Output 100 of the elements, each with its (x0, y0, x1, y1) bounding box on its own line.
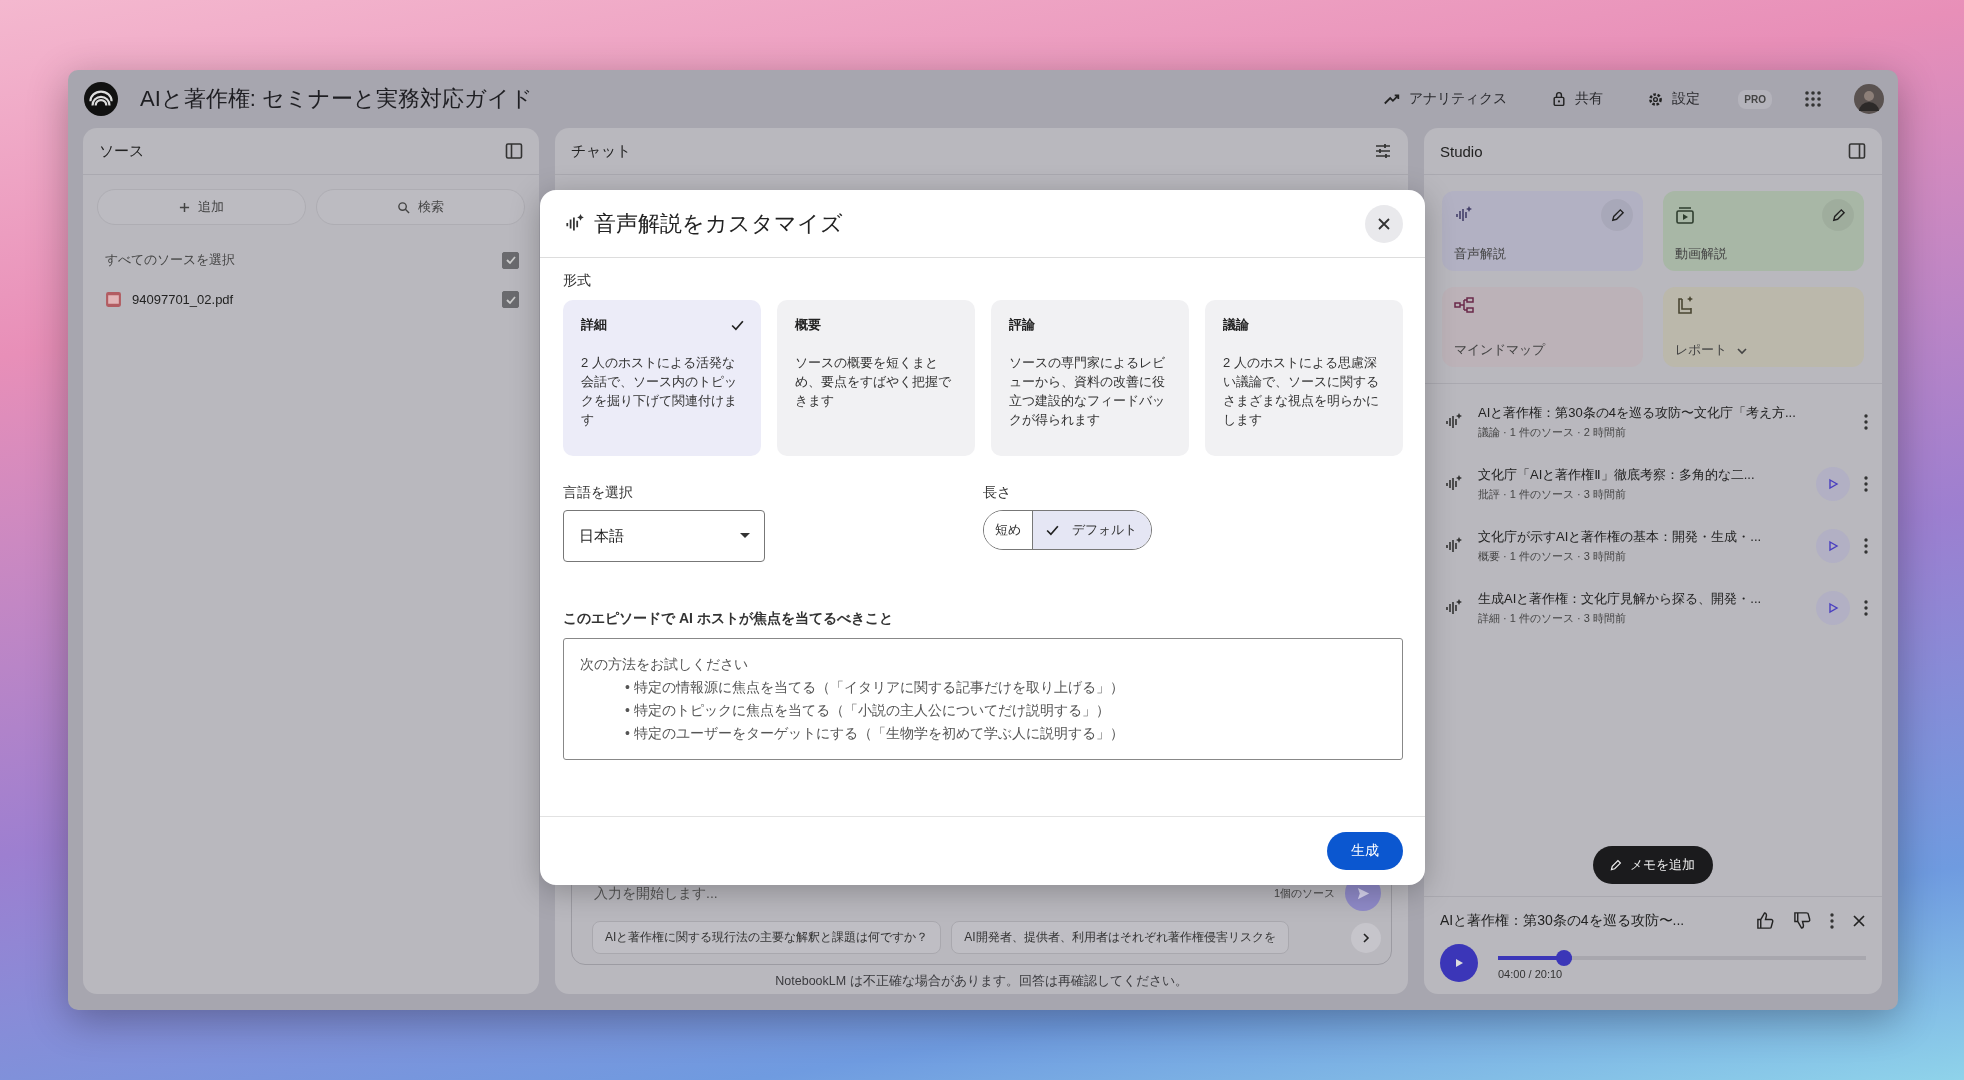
suggestion-chip[interactable]: AI開発者、提供者、利用者はそれぞれ著作権侵害リスクを (951, 921, 1289, 954)
check-icon (504, 254, 517, 266)
play-button[interactable] (1816, 529, 1850, 563)
language-select[interactable]: 日本語 (563, 510, 765, 562)
play-button[interactable] (1440, 944, 1478, 982)
format-card[interactable]: 概要 ソースの概要を短くまとめ、要点をすばやく把握できます (777, 300, 975, 456)
report-icon (1675, 295, 1695, 315)
focus-label: このエピソードで AI ホストが焦点を当てるべきこと (563, 610, 894, 628)
item-title: 生成AIと著作権：文化庁見解から探る、開発・... (1478, 590, 1763, 608)
search-icon (397, 200, 410, 214)
format-card[interactable]: 議論 2 人のホストによる思慮深い議論で、ソースに関するさまざまな視点を明らかにします (1205, 300, 1403, 456)
item-title: AIと著作権：第30条の4を巡る攻防〜文化庁「考え方... (1478, 404, 1797, 422)
format-description: ソースの専門家によるレビューから、資料の改善に役立つ建設的なフィードバックが得られます (1009, 354, 1166, 429)
item-title: 文化庁が示すAIと著作権の基本：開発・生成・... (1478, 528, 1763, 546)
item-meta: 議論 · 1 件のソース · 2 時間前 (1478, 425, 1627, 440)
studio-tile[interactable]: 動画解説 (1663, 191, 1864, 271)
tune-icon[interactable] (1374, 142, 1392, 160)
source-name[interactable]: 94097701_02.pdf (132, 292, 492, 307)
close-icon[interactable] (1852, 913, 1866, 928)
panel-title: ソース (99, 141, 144, 161)
format-name: 概要 (795, 316, 821, 334)
apps-icon[interactable] (1804, 90, 1822, 108)
more-icon[interactable] (1864, 414, 1868, 430)
tile-label: 動画解説 (1675, 246, 1727, 263)
item-meta: 批評 · 1 件のソース · 3 時間前 (1478, 487, 1627, 502)
format-name: 議論 (1223, 316, 1249, 334)
length-option[interactable]: デフォルト (1032, 511, 1151, 549)
play-button[interactable] (1816, 591, 1850, 625)
tile-label: 音声解説 (1454, 246, 1506, 263)
video-icon (1675, 205, 1695, 225)
audio-overview-item[interactable]: 文化庁「AIと著作権Ⅱ」徹底考察：多角的な二... 批評 · 1 件のソース · 3 時間前 (1438, 466, 1868, 502)
panel-title: チャット (571, 141, 631, 161)
lock-icon (1551, 90, 1568, 108)
dropdown-arrow-icon (740, 533, 750, 539)
format-name: 評論 (1009, 316, 1035, 334)
item-title: 文化庁「AIと著作権Ⅱ」徹底考察：多角的な二... (1478, 466, 1756, 484)
studio-tile[interactable]: 音声解説 (1442, 191, 1643, 271)
thumbs-up-icon[interactable] (1756, 911, 1775, 930)
audio-overview-item[interactable]: AIと著作権：第30条の4を巡る攻防〜文化庁「考え方... 議論 · 1 件のソース · 2 時間前 (1438, 404, 1868, 440)
notebook-title: AIと著作権: セミナーと実務対応ガイド (140, 85, 533, 113)
more-icon[interactable] (1864, 600, 1868, 616)
close-icon (1377, 216, 1391, 231)
more-icon[interactable] (1864, 538, 1868, 554)
more-icon[interactable] (1864, 476, 1868, 492)
edit-button[interactable] (1601, 199, 1633, 231)
generate-button[interactable]: 生成 (1327, 832, 1403, 870)
mind-map-icon (1454, 295, 1474, 315)
select-all-label: すべてのソースを選択 (105, 251, 236, 269)
chevron-right-icon (1361, 932, 1371, 943)
pencil-icon (1609, 858, 1622, 872)
header-action[interactable]: 共有 (1545, 89, 1610, 109)
pdf-icon (105, 291, 122, 308)
dialog-title: 音声解説をカスタマイズ (594, 209, 843, 238)
play-button[interactable] (1816, 467, 1850, 501)
format-card[interactable]: 評論 ソースの専門家によるレビューから、資料の改善に役立つ建設的なフィードバックが得られます (991, 300, 1189, 456)
plus-icon (179, 201, 190, 213)
studio-tile[interactable]: レポート (1663, 287, 1864, 367)
chat-input[interactable]: 入力を開始します... (592, 884, 1264, 902)
tile-label: レポート (1675, 342, 1727, 359)
settings-icon (1647, 90, 1665, 108)
source-checkbox[interactable] (502, 291, 519, 308)
thumbs-down-icon[interactable] (1793, 911, 1812, 930)
header-action[interactable]: アナリティクス (1377, 89, 1514, 109)
add-note-button[interactable]: メモを追加 (1593, 846, 1713, 884)
pencil-icon (1609, 207, 1625, 223)
format-card[interactable]: 詳細 2 人のホストによる活発な会話で、ソース内のトピックを掘り下げて関連付けます (563, 300, 761, 456)
audio-overview-item[interactable]: 生成AIと著作権：文化庁見解から探る、開発・... 詳細 · 1 件のソース · 3 時間前 (1438, 590, 1868, 626)
avatar[interactable] (1854, 84, 1884, 114)
suggestion-chip[interactable]: AIと著作権に関する現行法の主要な解釈と課題は何ですか？ (592, 921, 942, 954)
close-button[interactable] (1365, 204, 1403, 243)
select-all-checkbox[interactable] (502, 251, 519, 269)
studio-tile[interactable]: マインドマップ (1442, 287, 1643, 367)
format-label: 形式 (563, 272, 592, 290)
format-name: 詳細 (581, 316, 607, 334)
play-icon (1827, 478, 1839, 490)
item-meta: 概要 · 1 件のソース · 3 時間前 (1478, 549, 1627, 564)
more-icon[interactable] (1830, 912, 1834, 929)
format-description: ソースの概要を短くまとめ、要点をすばやく把握できます (795, 354, 952, 410)
chevron-down-icon[interactable] (1737, 345, 1747, 356)
pencil-icon (1830, 207, 1846, 223)
edit-button[interactable] (1822, 199, 1854, 231)
language-label: 言語を選択 (563, 484, 634, 502)
pro-badge: PRO (1738, 89, 1772, 109)
source-count: 1個のソース (1273, 885, 1335, 901)
sidebar-toggle-icon[interactable] (1848, 142, 1866, 160)
play-icon (1827, 540, 1839, 552)
logo-icon (84, 82, 118, 116)
panel-title: Studio (1440, 142, 1483, 160)
header-action[interactable]: 設定 (1641, 89, 1707, 109)
disclaimer-text: NotebookLM は不正確な場合があります。回答は再確認してください。 (774, 973, 1189, 990)
search-source-button[interactable]: 検索 (316, 189, 525, 225)
audio-overview-item[interactable]: 文化庁が示すAIと著作権の基本：開発・生成・... 概要 · 1 件のソース · 3 時間前 (1438, 528, 1868, 564)
format-description: 2 人のホストによる活発な会話で、ソース内のトピックを掘り下げて関連付けます (581, 354, 738, 429)
play-icon (1827, 602, 1839, 614)
add-source-button[interactable]: 追加 (97, 189, 306, 225)
player-title: AIと著作権：第30条の4を巡る攻防〜... (1440, 911, 1686, 930)
sidebar-toggle-icon[interactable] (505, 142, 523, 160)
next-button[interactable] (1351, 922, 1381, 953)
format-description: 2 人のホストによる思慮深い議論で、ソースに関するさまざまな視点を明らかにします (1223, 354, 1380, 429)
focus-field[interactable]: 次の方法をお試しください • 特定の情報源に焦点を当てる（「イタリアに関する記事だけを取り上げる」） • 特定のトピックに焦点を当てる（「小説の主人公についてだけ説明する」） • 特定のユーザーをターゲットにする（「生物学を初めて学ぶ人に説明する」） (563, 638, 1403, 760)
